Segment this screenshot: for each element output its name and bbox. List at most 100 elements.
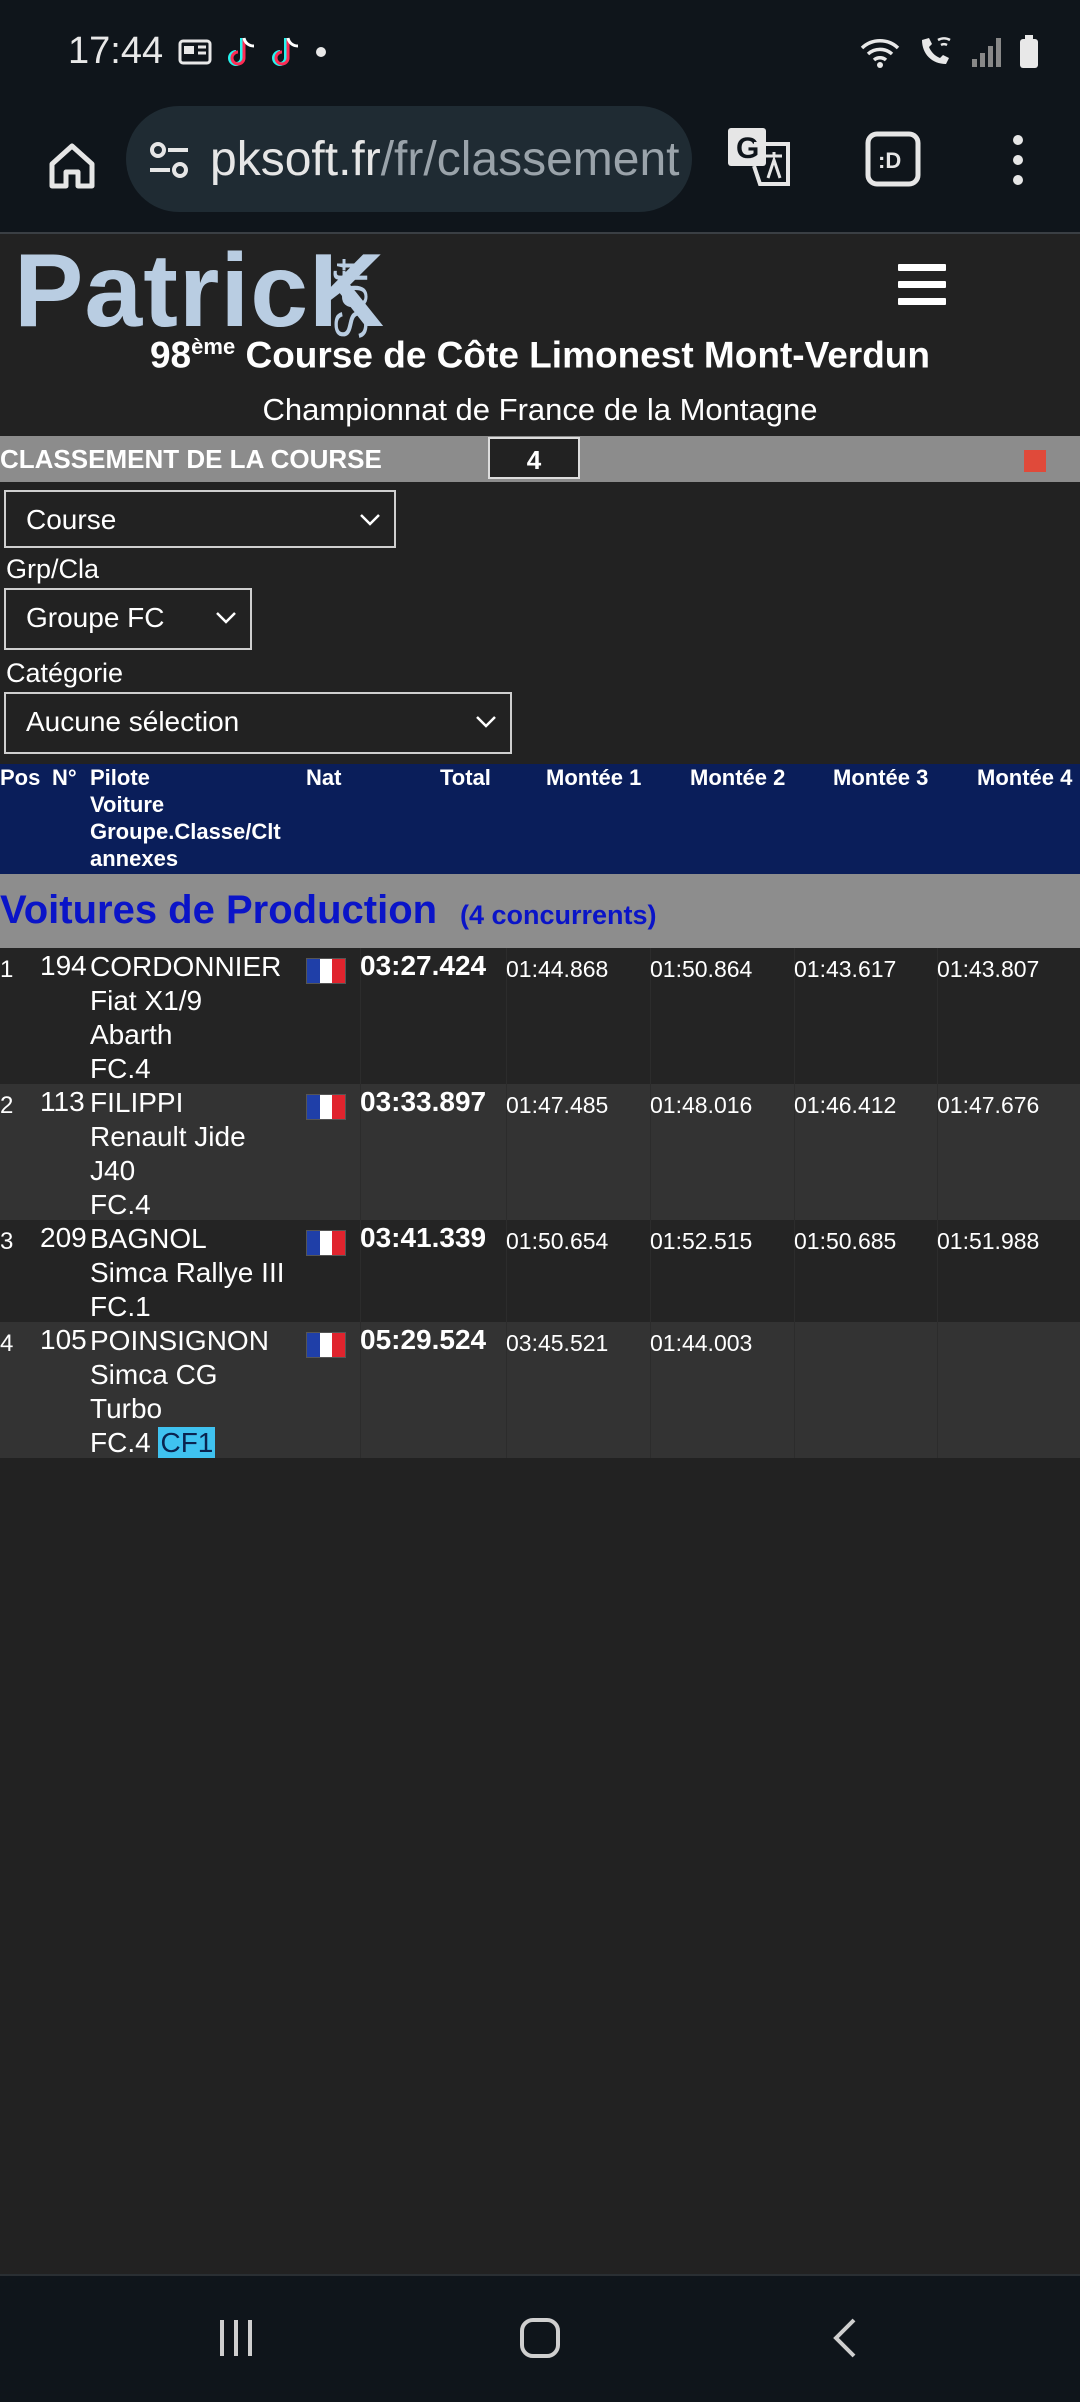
home-nav-button[interactable] <box>518 2316 562 2360</box>
tab-switcher-icon: :D <box>865 131 921 187</box>
row-pos: 2 <box>0 1092 14 1119</box>
chevron-down-icon <box>476 716 496 728</box>
site-settings-icon[interactable] <box>146 136 194 184</box>
notification-card-icon <box>178 39 212 65</box>
chevron-down-icon <box>360 514 380 526</box>
browser-toolbar: pksoft.fr/fr/classement G :D <box>0 104 1080 234</box>
header-nat: Nat <box>306 765 342 790</box>
more-vert-icon <box>1013 135 1023 185</box>
row-car-2: Abarth <box>90 1019 173 1050</box>
row-car-2: Turbo <box>90 1393 163 1424</box>
chevron-down-icon <box>216 612 236 624</box>
header-pilote-line2: Voiture <box>90 792 165 817</box>
event-subtitle: Championnat de France de la Montagne <box>262 392 818 427</box>
hamburger-menu-button[interactable] <box>898 264 946 315</box>
category-select-value: Aucune sélection <box>26 706 240 737</box>
row-pos: 4 <box>0 1330 14 1357</box>
status-bar: 17:44 <box>0 0 1080 104</box>
group-title: Voitures de Production <box>0 888 438 932</box>
page-content: PatricK Soft 98ème Course de Côte Limone… <box>0 233 1080 2274</box>
table-row[interactable]: 4 105 POINSIGNON Simca CG Turbo FC.4 CF1… <box>0 1322 1080 1458</box>
home-icon <box>49 143 95 189</box>
category-label: Catégorie <box>6 658 124 688</box>
event-title: 98ème Course de Côte Limonest Mont-Verdu… <box>0 334 1080 376</box>
row-class-line: FC.4 CF1 <box>90 1426 269 1460</box>
type-select[interactable]: Course <box>4 490 396 548</box>
row-m3: 01:43.617 <box>794 956 897 982</box>
classification-bar: CLASSEMENT DE LA COURSE 4 <box>0 436 1080 482</box>
row-num: 209 <box>40 1222 87 1253</box>
table-row[interactable]: 3 209 BAGNOL Simca Rallye III FC.1 03:41… <box>0 1220 1080 1322</box>
translate-button[interactable]: G <box>726 126 792 193</box>
svg-text::D: :D <box>878 148 901 173</box>
header-num: N° <box>52 765 77 790</box>
row-class: FC.1 <box>90 1291 151 1322</box>
tiktok-icon <box>272 37 299 66</box>
group-label: Grp/Cla <box>6 554 100 584</box>
france-flag-icon <box>306 1230 346 1256</box>
row-m4: 01:47.676 <box>937 1092 1040 1118</box>
row-pilote[interactable]: CORDONNIER <box>90 950 281 984</box>
logo-soft-text: Soft <box>325 258 377 340</box>
header-m4: Montée 4 <box>977 765 1073 790</box>
row-pilot-block: POINSIGNON Simca CG Turbo FC.4 CF1 <box>90 1324 269 1460</box>
row-m2: 01:50.864 <box>650 956 753 982</box>
back-nav-button[interactable] <box>824 2316 868 2360</box>
row-num: 113 <box>40 1086 85 1117</box>
row-m2: 01:52.515 <box>650 1228 753 1254</box>
header-pos: Pos <box>0 765 41 790</box>
row-pilote[interactable]: BAGNOL <box>90 1222 285 1256</box>
dot-icon <box>316 47 326 57</box>
header-m3: Montée 3 <box>833 765 929 790</box>
row-m1: 01:44.868 <box>506 956 609 982</box>
row-m3: 01:50.685 <box>794 1228 897 1254</box>
header-pilote-line3: Groupe.Classe/Clt <box>90 819 281 844</box>
tab-switcher-button[interactable]: :D <box>864 130 922 193</box>
header-pilote-line1: Pilote <box>90 765 150 790</box>
row-m2: 01:48.016 <box>650 1092 753 1118</box>
home-button[interactable] <box>36 130 108 202</box>
browser-menu-button[interactable] <box>1000 130 1036 195</box>
wifi-calling-icon <box>922 37 951 64</box>
france-flag-icon <box>306 1094 346 1120</box>
row-class: FC.4 <box>90 1053 151 1084</box>
category-select[interactable]: Aucune sélection <box>4 692 512 754</box>
row-pilote[interactable]: FILIPPI <box>90 1086 246 1120</box>
signal-icon <box>972 38 1001 67</box>
row-total: 03:27.424 <box>360 950 487 981</box>
row-pos: 3 <box>0 1228 14 1255</box>
row-total: 05:29.524 <box>360 1324 487 1355</box>
row-pilot-block: FILIPPI Renault Jide J40 FC.4 <box>90 1086 246 1222</box>
row-m2: 01:44.003 <box>650 1330 753 1356</box>
translate-icon: G <box>728 128 790 186</box>
event-number-suffix: ème <box>191 334 236 359</box>
url-bar[interactable]: pksoft.fr/fr/classement <box>126 106 692 212</box>
header-total: Total <box>440 765 491 790</box>
table-row[interactable]: 2 113 FILIPPI Renault Jide J40 FC.4 03:3… <box>0 1084 1080 1220</box>
recent-apps-button[interactable] <box>214 2316 258 2360</box>
row-pos: 1 <box>0 956 14 983</box>
row-pilot-block: CORDONNIER Fiat X1/9 Abarth FC.4 <box>90 950 281 1086</box>
table-row[interactable]: 1 194 CORDONNIER Fiat X1/9 Abarth FC.4 0… <box>0 948 1080 1084</box>
tiktok-icon <box>228 37 255 66</box>
row-car: Renault Jide <box>90 1121 246 1152</box>
row-m3: 01:46.412 <box>794 1092 897 1118</box>
group-select[interactable]: Groupe FC <box>4 588 252 650</box>
event-title-text: Course de Côte Limonest Mont-Verdun <box>235 334 931 376</box>
url-host: pksoft.fr <box>210 133 381 186</box>
row-pilot-block: BAGNOL Simca Rallye III FC.1 <box>90 1222 285 1324</box>
row-pilote[interactable]: POINSIGNON <box>90 1324 269 1358</box>
row-total: 03:41.339 <box>360 1222 487 1253</box>
type-select-value: Course <box>26 504 117 535</box>
row-m1: 03:45.521 <box>506 1330 609 1356</box>
group-header: Voitures de Production (4 concurrents) <box>0 874 1080 948</box>
results-table-header: Pos N° Pilote Voiture Groupe.Classe/Clt … <box>0 764 1080 874</box>
row-m4: 01:43.807 <box>937 956 1040 982</box>
row-tag-badge: CF1 <box>158 1427 216 1458</box>
wifi-icon <box>860 39 900 68</box>
url-path: /fr/classement <box>380 133 680 186</box>
row-car-2: J40 <box>90 1155 136 1186</box>
row-class: FC.4 <box>90 1189 151 1220</box>
row-num: 105 <box>40 1324 87 1355</box>
france-flag-icon <box>306 958 346 984</box>
